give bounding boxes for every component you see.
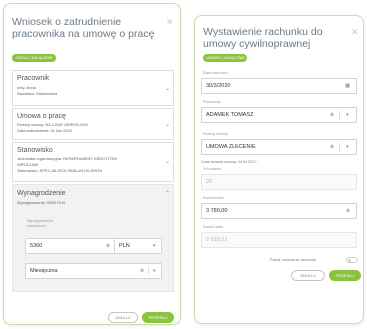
dialog-title: Wniosek o zatrudnienie pracownika na umo…: [12, 16, 155, 40]
base-salary-label: Wynagrodzenie: [27, 219, 54, 223]
show-settlement-toggle[interactable]: [346, 257, 358, 263]
chevron-up-icon[interactable]: ⌃: [165, 191, 170, 197]
employee-select[interactable]: ADAMEK TOMASZ ⊗ ▾: [201, 107, 357, 123]
section-title: Wynagrodzenie: [17, 190, 66, 197]
hire-date: Data zatrudnienia: 01 kwi 2020: [17, 128, 72, 133]
net-amount-value: 2 610,21: [206, 237, 228, 243]
close-icon[interactable]: ✕: [166, 18, 174, 27]
cancel-button[interactable]: ANULUJ: [291, 270, 325, 281]
pay-period-select[interactable]: Miesięczna ⊗ ▾: [25, 263, 162, 279]
invoice-date-input[interactable]: 30/3/2020 ▦: [201, 78, 357, 94]
salary-amount-input[interactable]: 5360 ⊗: [25, 238, 115, 254]
caret-down-icon: ▾: [346, 112, 349, 118]
toggle-knob: [348, 259, 351, 262]
position-section[interactable]: Stanowisko Jednostka organizacyjna: DEPA…: [12, 142, 174, 182]
section-title: Umowa o pracę: [17, 113, 67, 120]
net-amount-label: Kwota netto: [203, 225, 224, 229]
invoice-date-value: 30/3/2020: [206, 83, 231, 89]
pay-period-value: Miesięczna: [30, 268, 58, 274]
divider: [339, 111, 340, 119]
divider: [339, 143, 340, 151]
cost-percent-label: % kosztów: [203, 167, 222, 171]
attachment-badge[interactable]: ODDAJ | ZAŁĄCZNIK: [12, 54, 56, 62]
salary-summary: Wynagrodzenie: 5360 PLN: [17, 200, 65, 205]
employee-value: ADAMEK TOMASZ: [206, 112, 254, 118]
contract-type-select[interactable]: UMOWA ZLECENIE ⊗ ▾: [201, 139, 357, 155]
employee-last-name: Nazwisko: Malinowska: [17, 91, 58, 96]
chevron-down-icon[interactable]: ⌄: [165, 122, 170, 128]
currency-select[interactable]: PLN ▾: [114, 238, 162, 254]
caret-down-icon: ▾: [153, 243, 156, 249]
gross-amount-input[interactable]: 3 780,00 ⊗: [201, 203, 357, 219]
contract-type-value: UMOWA ZLECENIE: [206, 144, 256, 150]
employee-section[interactable]: Pracownik Imię: Anna Nazwisko: Malinowsk…: [12, 70, 174, 106]
section-title: Pracownik: [17, 75, 50, 82]
clear-icon[interactable]: ⊗: [106, 243, 110, 249]
clear-icon[interactable]: ⊗: [140, 268, 144, 274]
submit-button[interactable]: PRZEŚLIJ: [329, 270, 361, 281]
chevron-down-icon[interactable]: ⌄: [165, 86, 170, 92]
caret-down-icon: ▾: [346, 144, 349, 150]
show-settlement-label: Pokaż rozliczenie rachunku: [270, 258, 317, 262]
caret-down-icon: ▾: [153, 268, 156, 274]
job-title: Stanowisko: SPECJALISTA OBSŁUGI KLIENTA: [17, 168, 103, 173]
base-salary-label-line2: zasadnicze: [27, 224, 46, 228]
dialog-title: Wystawienie rachunku do umowy cywilnopra…: [203, 26, 323, 50]
net-amount-input: 2 610,21: [201, 232, 357, 248]
clear-icon[interactable]: ⊗: [330, 112, 334, 118]
cost-percent-input[interactable]: 20: [201, 174, 357, 190]
close-icon[interactable]: ✕: [351, 28, 359, 37]
salary-section: Wynagrodzenie Wynagrodzenie: 5360 PLN ⌃ …: [12, 184, 174, 292]
employee-label: Pracownik: [203, 100, 221, 104]
invoice-date-label: Data rachunku: [203, 71, 228, 75]
section-title: Stanowisko: [17, 147, 53, 154]
chevron-down-icon[interactable]: ⌄: [165, 159, 170, 165]
contract-period-text: Czas trwania umowy: 14 lis 2017 -: [201, 160, 259, 164]
clear-icon[interactable]: ⊗: [330, 144, 334, 150]
contract-section[interactable]: Umowa o pracę Rodzaj umowy: NA CZAS OKRE…: [12, 108, 174, 140]
attachment-badge[interactable]: UMOWY | ZAŁĄCZNIK: [203, 54, 247, 62]
invoice-dialog: Wystawienie rachunku do umowy cywilnopra…: [194, 15, 364, 324]
gross-amount-label: Kwota brutto: [203, 196, 225, 200]
send-button[interactable]: PRZEŚLIJ: [142, 312, 174, 323]
contract-type-label: Rodzaj umowy: [203, 132, 228, 136]
cost-percent-value: 20: [206, 179, 213, 185]
divider: [148, 267, 149, 275]
clear-icon[interactable]: ⊗: [346, 208, 350, 214]
cancel-button[interactable]: ANULUJ: [108, 312, 138, 323]
employment-request-dialog: Wniosek o zatrudnienie pracownika na umo…: [3, 3, 181, 325]
gross-amount-value: 3 780,00: [206, 208, 228, 214]
salary-amount-value: 5360: [30, 243, 43, 249]
currency-value: PLN: [119, 243, 130, 249]
calendar-icon[interactable]: ▦: [345, 83, 350, 89]
